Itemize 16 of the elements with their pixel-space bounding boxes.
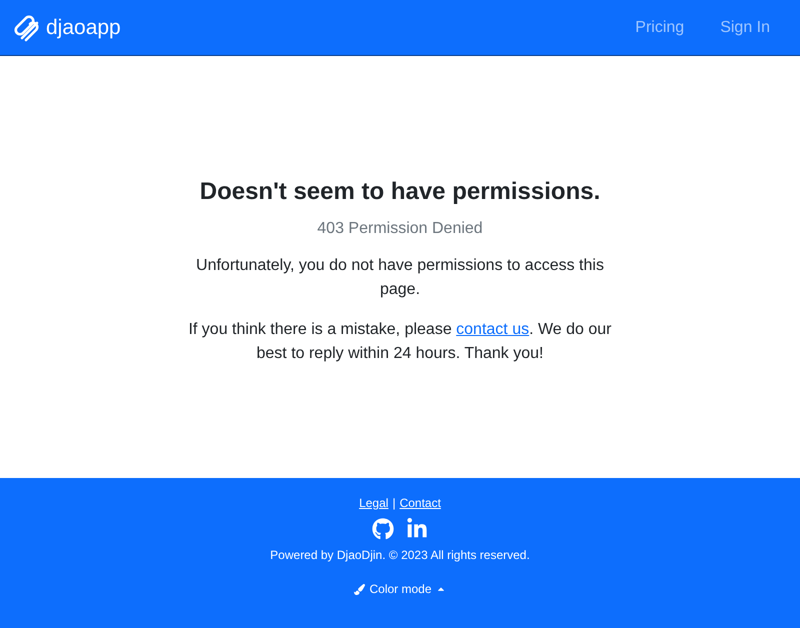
nav-link[interactable]: Pricing <box>635 18 684 36</box>
separator-text: | <box>392 496 396 510</box>
page-title: Doesn't seem to have permissions. <box>200 178 600 206</box>
paintbrush-icon <box>354 584 366 594</box>
message-text: Unfortunately, you do not have permissions to access this page. <box>195 256 605 300</box>
footer-link[interactable]: Contact <box>400 496 441 510</box>
contact-link[interactable]: contact us <box>456 321 530 338</box>
color-mode-button[interactable]: Color mode <box>354 582 446 596</box>
contact-text: If you think there is a mistake, please contact us. We do our best to reply within 24 hours. Thank you! <box>187 320 613 364</box>
footer-link[interactable]: Legal <box>359 496 388 510</box>
error-code: 403 Permission Denied <box>317 220 483 238</box>
github-icon[interactable] <box>372 518 394 540</box>
nav-link[interactable]: Sign In <box>720 18 770 36</box>
brand-link[interactable]: djaoapp <box>12 12 121 42</box>
copyright-text: Powered by DjaoDjin. © 2023 All rights reserved. <box>270 548 530 562</box>
linkedin-icon[interactable] <box>406 518 428 540</box>
